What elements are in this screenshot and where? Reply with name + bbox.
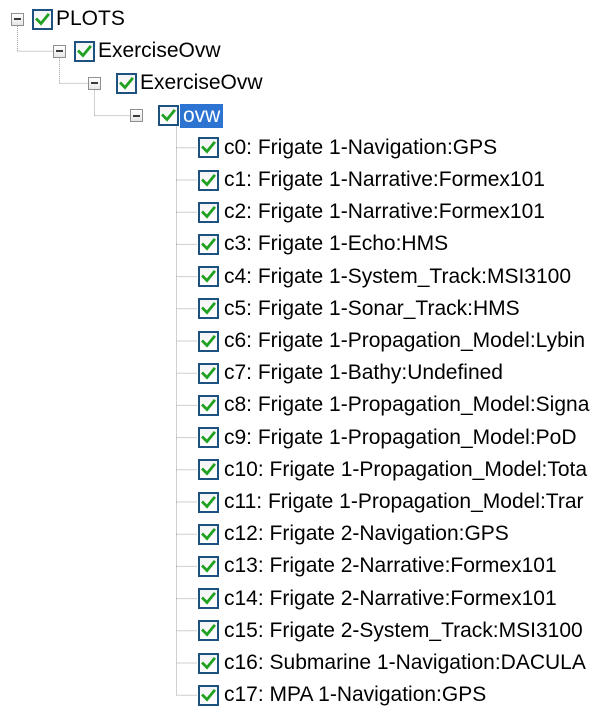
tree-node-channel-14-label[interactable]: c14: Frigate 2-Narrative:Formex101 — [221, 587, 560, 611]
checkmark-icon — [201, 366, 216, 380]
tree-node-channel-9-label[interactable]: c9: Frigate 1-Propagation_Model:PoD — [221, 426, 580, 450]
tree-node-channel-13-label[interactable]: c13: Frigate 2-Narrative:Formex101 — [221, 554, 560, 578]
checkmark-icon — [201, 688, 216, 702]
tree-node-channel-3-label[interactable]: c3: Frigate 1-Echo:HMS — [221, 232, 451, 256]
checkmark-icon — [201, 624, 216, 637]
plots-tree-view[interactable]: PLOTS ExerciseOvw ExerciseOvw ovw c0: Frigat… — [0, 0, 597, 706]
checkmark-icon — [77, 44, 92, 58]
checkmark-icon — [201, 463, 216, 476]
checkmark-icon — [201, 592, 216, 605]
checkmark-icon — [201, 559, 216, 573]
tree-node-channel-0-label[interactable]: c0: Frigate 1-Navigation:GPS — [221, 136, 500, 160]
tree-node-ovw-label[interactable]: ovw — [180, 103, 224, 128]
checkmark-icon — [35, 12, 50, 26]
tree-node-channel-8-label[interactable]: c8: Frigate 1-Propagation_Model:Signa — [221, 393, 592, 417]
checkmark-icon — [201, 334, 216, 348]
checkmark-icon — [201, 431, 216, 444]
tree-node-channel-5-checkbox[interactable] — [198, 298, 219, 320]
tree-node-channel-12-label[interactable]: c12: Frigate 2-Navigation:GPS — [221, 522, 512, 546]
tree-node-plots-checkbox[interactable] — [32, 8, 53, 30]
tree-node-channel-0-checkbox[interactable] — [198, 137, 219, 159]
checkmark-icon — [201, 173, 216, 187]
tree-node-channel-16-label[interactable]: c16: Submarine 1-Navigation:DACULA — [221, 651, 589, 675]
tree-node-channel-3-checkbox[interactable] — [198, 233, 219, 255]
checkmark-icon — [201, 141, 216, 154]
tree-node-channel-15-label[interactable]: c15: Frigate 2-System_Track:MSI3100 — [221, 619, 586, 643]
checkmark-icon — [201, 302, 216, 315]
checkmark-icon — [161, 109, 176, 122]
tree-node-exerciseovw-child-label[interactable]: ExerciseOvw — [137, 71, 266, 95]
checkmark-icon — [201, 237, 216, 251]
tree-node-exerciseovw-label[interactable]: ExerciseOvw — [95, 39, 224, 63]
checkmark-icon — [119, 76, 134, 90]
checkmark-icon — [201, 495, 216, 509]
tree-node-channel-7-label[interactable]: c7: Frigate 1-Bathy:Undefined — [221, 361, 506, 385]
tree-node-channel-14-checkbox[interactable] — [198, 588, 219, 610]
tree-node-plots-label[interactable]: PLOTS — [53, 7, 128, 31]
tree-node-channel-13-checkbox[interactable] — [198, 555, 219, 577]
tree-node-channel-8-checkbox[interactable] — [198, 394, 219, 416]
tree-node-channel-1-checkbox[interactable] — [198, 169, 219, 191]
checkmark-icon — [201, 270, 216, 283]
collapse-toggle-icon[interactable] — [130, 109, 143, 123]
tree-node-channel-6-label[interactable]: c6: Frigate 1-Propagation_Model:Lybin — [221, 329, 588, 353]
collapse-toggle-icon[interactable] — [88, 76, 101, 90]
checkmark-icon — [201, 656, 216, 670]
tree-node-channel-2-checkbox[interactable] — [198, 201, 219, 223]
tree-node-channel-16-checkbox[interactable] — [198, 652, 219, 674]
tree-node-exerciseovw-child-checkbox[interactable] — [116, 72, 137, 94]
tree-node-channel-17-checkbox[interactable] — [198, 684, 219, 706]
tree-node-channel-9-checkbox[interactable] — [198, 427, 219, 449]
tree-node-channel-4-checkbox[interactable] — [198, 266, 219, 288]
tree-node-exerciseovw-checkbox[interactable] — [74, 40, 95, 62]
tree-node-channel-7-checkbox[interactable] — [198, 362, 219, 384]
tree-node-channel-6-checkbox[interactable] — [198, 330, 219, 352]
tree-node-channel-10-checkbox[interactable] — [198, 459, 219, 481]
tree-node-channel-2-label[interactable]: c2: Frigate 1-Narrative:Formex101 — [221, 200, 548, 224]
tree-node-channel-17-label[interactable]: c17: MPA 1-Navigation:GPS — [221, 683, 489, 707]
collapse-toggle-icon[interactable] — [11, 12, 24, 26]
collapse-toggle-icon[interactable] — [53, 44, 66, 58]
tree-node-channel-12-checkbox[interactable] — [198, 523, 219, 545]
tree-node-channel-10-label[interactable]: c10: Frigate 1-Propagation_Model:Tota — [221, 458, 590, 482]
tree-node-channel-1-label[interactable]: c1: Frigate 1-Narrative:Formex101 — [221, 168, 548, 192]
tree-node-channel-5-label[interactable]: c5: Frigate 1-Sonar_Track:HMS — [221, 297, 523, 321]
checkmark-icon — [201, 398, 216, 412]
tree-node-channel-15-checkbox[interactable] — [198, 620, 219, 642]
tree-node-ovw-checkbox[interactable] — [158, 105, 179, 127]
checkmark-icon — [201, 527, 216, 541]
checkmark-icon — [201, 205, 216, 219]
tree-node-channel-11-label[interactable]: c11: Frigate 1-Propagation_Model:Trar — [221, 490, 587, 514]
tree-node-channel-4-label[interactable]: c4: Frigate 1-System_Track:MSI3100 — [221, 265, 574, 289]
tree-node-channel-11-checkbox[interactable] — [198, 491, 219, 513]
